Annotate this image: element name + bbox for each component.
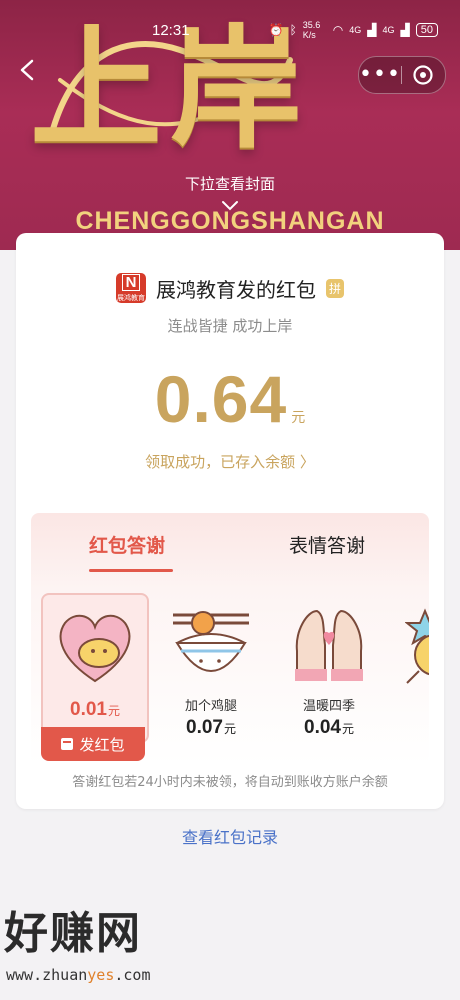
tab-sticker-thanks[interactable]: 表情答谢 xyxy=(289,531,365,558)
thanks-item-price: 0.04元 xyxy=(304,717,354,738)
cover-pinyin-text: CHENGGONGSHANGAN xyxy=(75,207,385,235)
sender-logo: N 展鸿教育 xyxy=(115,273,146,303)
star-sticker-icon xyxy=(405,608,429,684)
thanks-item-name: 温暖四季 xyxy=(302,699,355,714)
thanks-item-name: 感 xyxy=(395,695,429,714)
mini-program-capsule: ••• xyxy=(358,56,446,94)
heart-hands-sticker-icon xyxy=(295,609,363,681)
active-tab-underline xyxy=(89,569,173,572)
network-label-2: 4G xyxy=(382,25,395,35)
thanks-item-partial[interactable]: 感 0. xyxy=(395,593,429,743)
wifi-icon: ◠ xyxy=(332,23,344,37)
blessing-text: 连战皆捷 成功上岸 xyxy=(167,317,293,335)
rice-bowl-drumstick-icon xyxy=(173,611,249,672)
thanks-items-list: 0.01元 加个鸡腿 0.07元 温暖四季 0.04元 xyxy=(31,593,429,743)
back-arrow-icon[interactable] xyxy=(16,58,40,82)
thanks-item-heart-hands[interactable]: 温暖四季 0.04元 xyxy=(277,593,381,743)
signal-icon-2: ▟ xyxy=(400,23,410,37)
thanks-panel: 红包答谢 表情答谢 0.01元 加个鸡腿 0.07元 温暖四季 0.04元 发红… xyxy=(31,513,429,765)
status-bar: 12:31 ⏰ ᛒ 35.6 K/s ◠ 4G ▟ 4G ▟ 50 xyxy=(0,0,460,48)
pull-to-view-cover-hint[interactable]: 下拉查看封面 xyxy=(0,173,460,194)
heart-hug-sticker-icon xyxy=(59,614,131,683)
red-packet-card: N 展鸿教育 展鸿教育发的红包 拼 连战皆捷 成功上岸 0.64 元 领取成功，已… xyxy=(16,233,444,809)
alarm-icon: ⏰ xyxy=(268,23,284,37)
sender-row: N 展鸿教育 展鸿教育发的红包 拼 xyxy=(16,273,444,303)
thanks-note: 答谢红包若24小时内未被领，将自动到账收方账户余额 xyxy=(72,775,388,790)
sender-name: 展鸿教育发的红包 xyxy=(155,277,316,302)
thanks-item-price: 0.01元 xyxy=(70,699,120,720)
logo-mark-icon: N xyxy=(121,273,141,291)
battery-indicator: 50 xyxy=(415,23,438,37)
more-options-icon[interactable]: ••• xyxy=(359,57,401,93)
network-label-1: 4G xyxy=(349,25,362,35)
amount-unit: 元 xyxy=(291,410,306,426)
envelope-icon xyxy=(61,738,74,750)
pin-badge: 拼 xyxy=(325,278,344,298)
received-amount: 0.64 xyxy=(154,362,288,436)
thanks-item-price: 0.07元 xyxy=(186,717,236,738)
thanks-item-name: 加个鸡腿 xyxy=(184,699,237,714)
thanks-item-heart-hug[interactable]: 0.01元 xyxy=(41,593,149,743)
send-red-packet-button[interactable]: 发红包 xyxy=(41,727,145,761)
send-button-label: 发红包 xyxy=(79,735,125,754)
watermark: 好赚网 www.zhuanyes.com xyxy=(4,908,151,985)
received-to-balance-link[interactable]: 领取成功，已存入余额 〉 xyxy=(16,451,444,472)
amount-row: 0.64 元 xyxy=(16,361,444,437)
bluetooth-icon: ᛒ xyxy=(289,23,297,37)
watermark-url: www.zhuanyes.com xyxy=(6,966,151,984)
tab-red-packet-thanks[interactable]: 红包答谢 xyxy=(89,531,165,558)
status-icons: ⏰ ᛒ 35.6 K/s ◠ 4G ▟ 4G ▟ 50 xyxy=(269,20,438,40)
thanks-item-drumstick[interactable]: 加个鸡腿 0.07元 xyxy=(159,593,263,743)
signal-icon: ▟ xyxy=(367,23,377,37)
status-time: 12:31 xyxy=(152,22,190,39)
thanks-item-price: 0. xyxy=(395,717,429,739)
close-target-icon[interactable] xyxy=(402,64,444,86)
logo-text: 展鸿教育 xyxy=(116,293,145,302)
view-records-link[interactable]: 查看红包记录 xyxy=(0,824,460,848)
network-speed: 35.6 K/s xyxy=(302,20,321,40)
watermark-title: 好赚网 xyxy=(4,908,142,959)
